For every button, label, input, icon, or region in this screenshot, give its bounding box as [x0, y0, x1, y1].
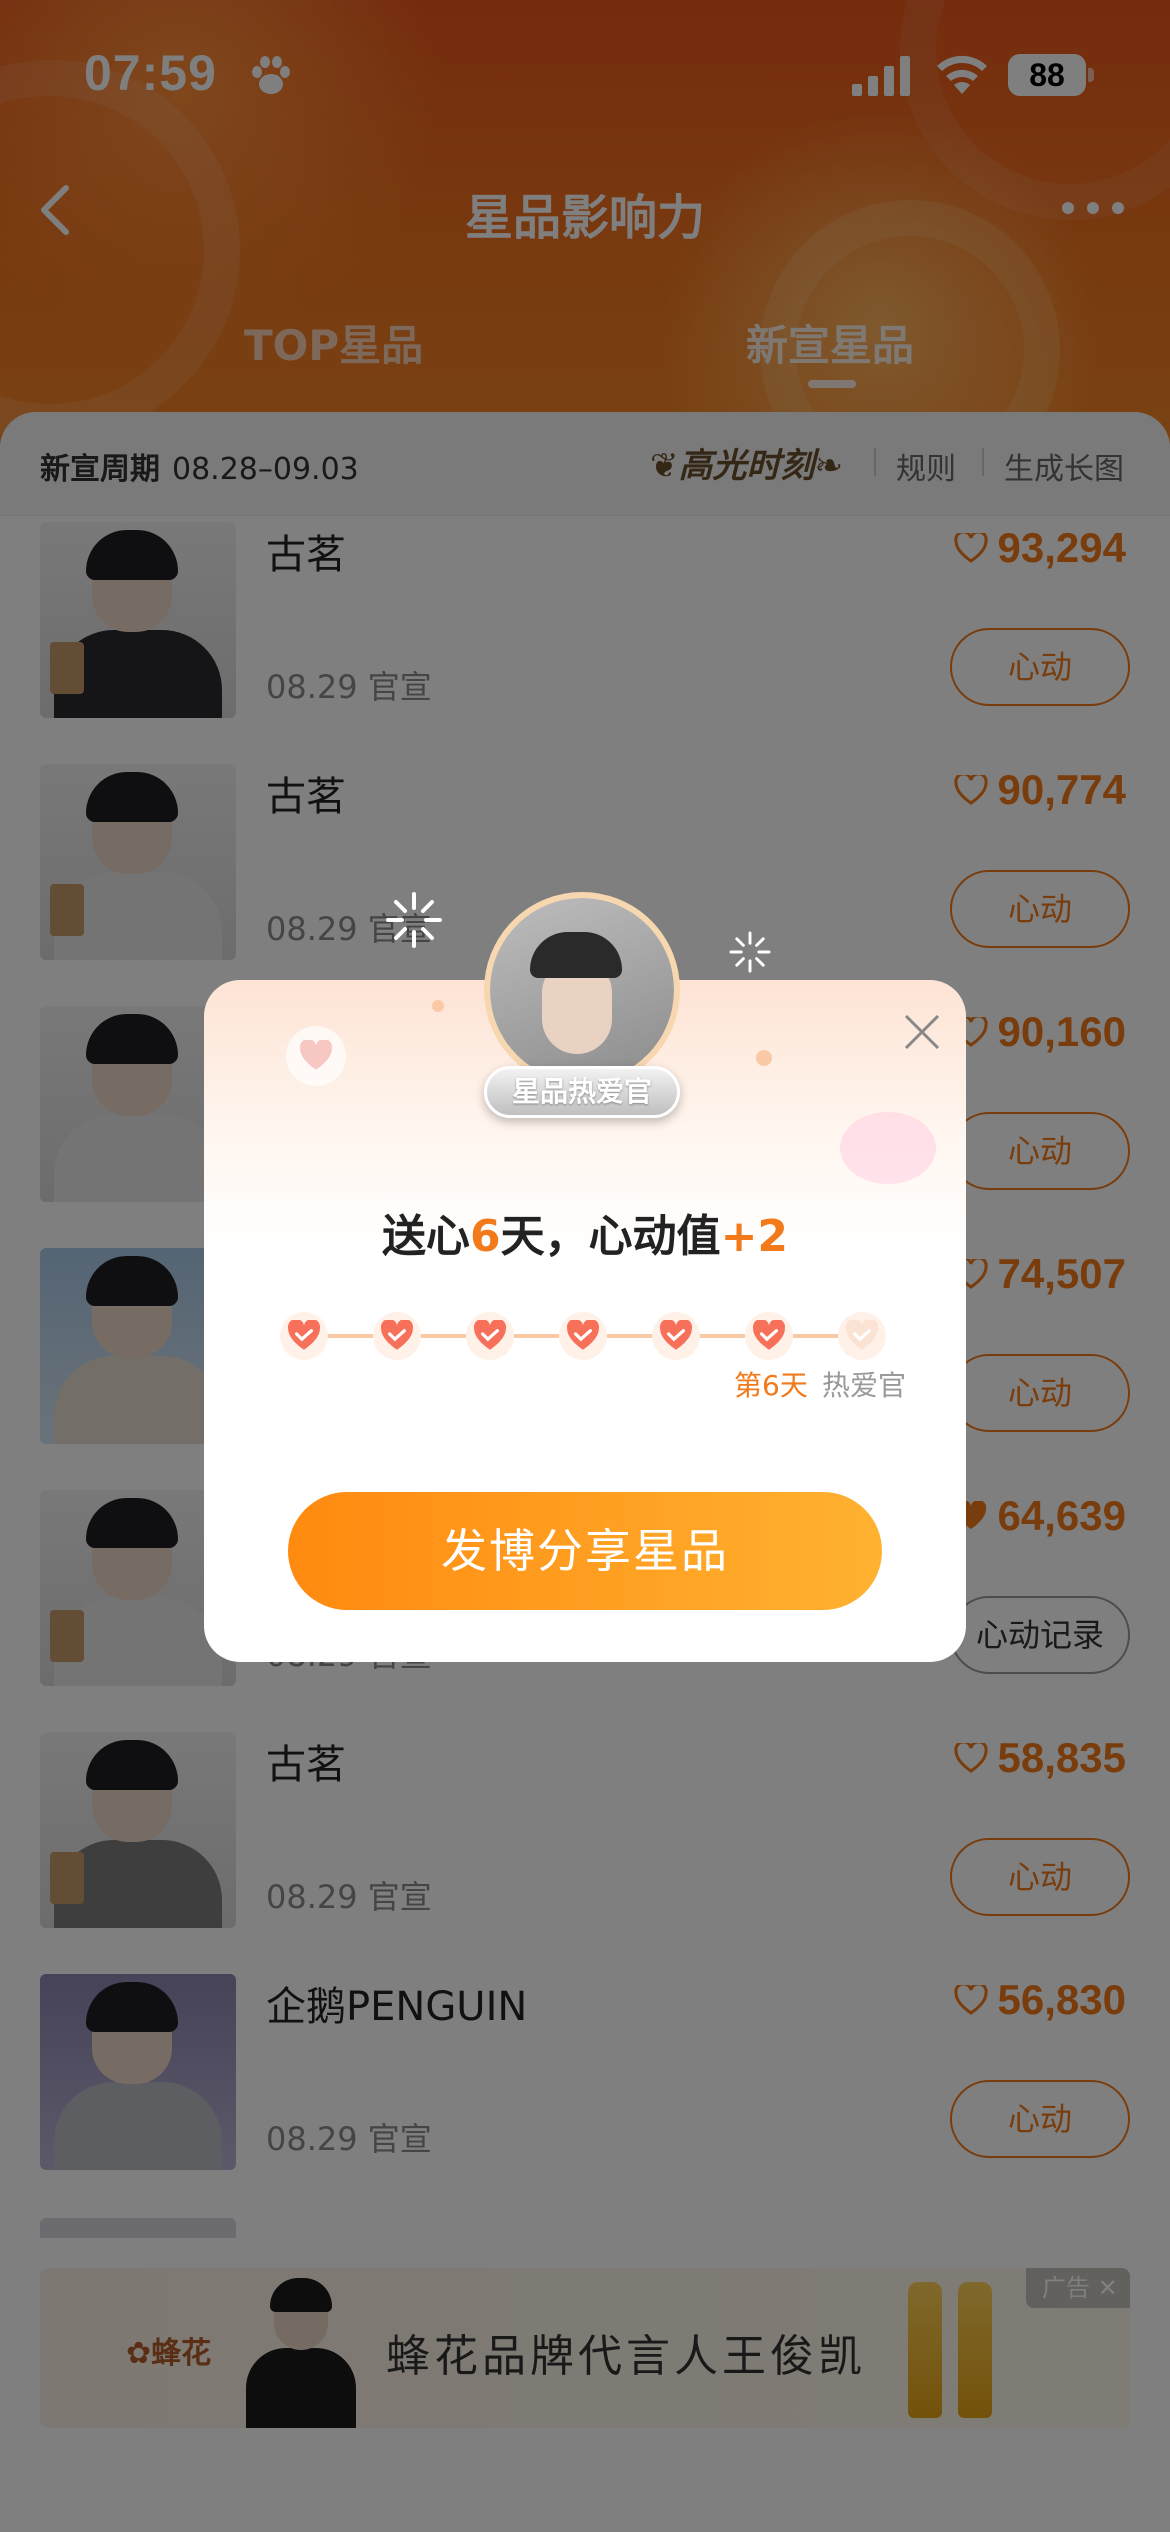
- decor-dot: [432, 1000, 444, 1012]
- share-button[interactable]: 发博分享星品: [288, 1492, 882, 1610]
- fan-badge: 星品热爱官: [484, 1066, 680, 1118]
- day-label: 第6天: [734, 1369, 808, 1402]
- heart-filled-icon: [652, 1312, 700, 1360]
- days-count: 6: [469, 1211, 501, 1262]
- progress-segment: [785, 1334, 846, 1338]
- decor-heart: [286, 1026, 346, 1086]
- heart-filled-icon: [280, 1312, 328, 1360]
- heart-filled-icon: [373, 1312, 421, 1360]
- reward-message: 送心6天，心动值+2: [381, 1211, 789, 1262]
- user-avatar: [484, 892, 680, 1088]
- heart-empty-icon: [838, 1312, 886, 1360]
- sparkle-icon: [386, 892, 442, 948]
- decor-blob: [840, 1112, 936, 1184]
- sparkle-icon: [729, 931, 771, 973]
- decor-dot: [756, 1050, 772, 1066]
- progress-segment: [692, 1334, 753, 1338]
- hearts-progress: [280, 1312, 900, 1360]
- progress-segment: [413, 1334, 474, 1338]
- heart-icon: [299, 1040, 333, 1070]
- fan-label: 热爱官: [822, 1369, 907, 1402]
- heart-filled-icon: [559, 1312, 607, 1360]
- value-plus: +2: [720, 1211, 789, 1262]
- progress-segment: [599, 1334, 660, 1338]
- close-icon[interactable]: [900, 1010, 944, 1054]
- progress-segment: [506, 1334, 567, 1338]
- heart-filled-icon: [745, 1312, 793, 1360]
- heart-filled-icon: [466, 1312, 514, 1360]
- progress-segment: [320, 1334, 381, 1338]
